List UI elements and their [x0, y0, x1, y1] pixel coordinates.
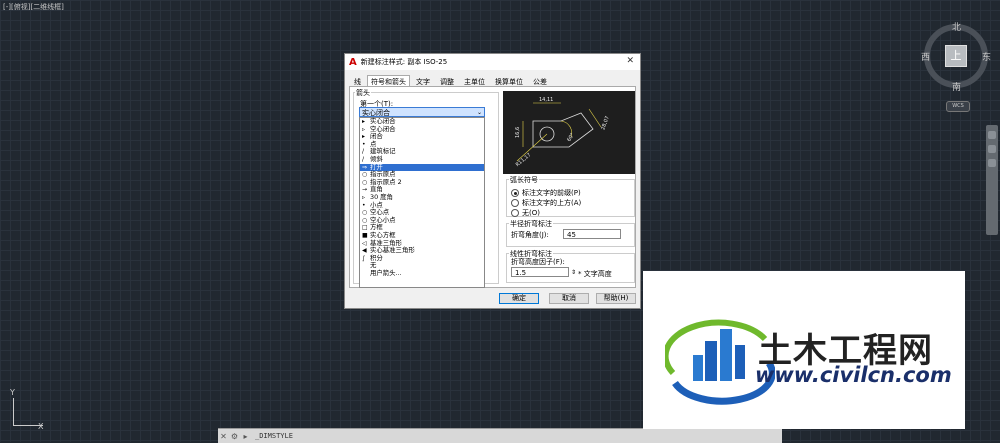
compass-south[interactable]: 南 — [952, 80, 961, 93]
arrowhead-icon: / — [362, 148, 365, 156]
civilcn-logo: 土木工程网 www.civilcn.com — [643, 271, 965, 429]
jog-height-label: 折弯高度因子(F): — [511, 258, 565, 266]
radius-jog-group-title: 半径折弯标注 — [509, 219, 553, 229]
arrowhead-icon: ∫ — [362, 254, 366, 262]
arrowheads-group-title: 箭头 — [355, 88, 371, 98]
ok-button[interactable]: 确定 — [499, 293, 539, 304]
arrowhead-icon: ■ — [362, 231, 368, 239]
arrowhead-icon: ⇒ — [362, 163, 368, 171]
dimension-style-dialog: A 新建标注样式: 副本 ISO-25 ✕ 线 符号和箭头 文字 调整 主单位 … — [344, 53, 641, 309]
help-button[interactable]: 帮助(H) — [596, 293, 636, 304]
radio-icon[interactable] — [511, 189, 519, 197]
jog-height-input[interactable]: 1.5 — [511, 267, 569, 277]
arrowhead-icon: • — [362, 140, 366, 148]
dropdown-item[interactable]: 用户箭头... — [360, 268, 484, 278]
logo-url: www.civilcn.com — [755, 363, 952, 387]
preview-dim-left: 16,6 — [515, 127, 521, 138]
arrowhead-dropdown-list[interactable]: ▸ 实心闭合 ▹ 空心闭合 ▸ 闭合 • 点 / 建筑标记 / 倾斜 ⇒ 打开 ○ 指示原点 ○ 指示原点 2 → 直… — [359, 117, 485, 288]
first-arrow-select[interactable]: 实心闭合 ⌄ — [359, 107, 485, 117]
preview-pane: 14,11 16,6 28,07 R11,17 60° — [503, 91, 635, 174]
jog-height-unit: * 文字高度 — [578, 270, 612, 278]
jog-angle-label: 折弯角度(J): — [511, 231, 549, 239]
viewcube-top-face[interactable]: 上 — [945, 45, 967, 67]
wrench-icon[interactable]: ⚙ — [229, 432, 240, 441]
arrowhead-icon: ◀ — [362, 247, 367, 255]
arrowhead-icon: ○ — [362, 209, 368, 217]
arrowhead-icon: ▸ — [362, 118, 366, 125]
navigation-bar[interactable] — [986, 125, 998, 235]
command-prompt-icon: ▸ — [243, 431, 248, 441]
arrowhead-icon: • — [362, 201, 366, 209]
dialog-titlebar[interactable]: A 新建标注样式: 副本 ISO-25 ✕ — [345, 54, 640, 70]
arrowhead-icon: ▹ — [362, 193, 366, 201]
command-text[interactable]: _DIMSTYLE — [255, 432, 293, 440]
spinner-icon[interactable]: ⇕ — [571, 269, 576, 276]
arc-option-above[interactable]: 标注文字的上方(A) — [511, 198, 581, 208]
arrowhead-icon: ○ — [362, 216, 368, 224]
ucs-x-label: X — [38, 422, 44, 431]
arrowhead-icon: ○ — [362, 178, 368, 186]
ucs-y-label: Y — [10, 388, 15, 397]
arc-option-none[interactable]: 无(O) — [511, 208, 540, 218]
arrowhead-icon: ▹ — [362, 125, 366, 133]
radio-icon[interactable] — [511, 199, 519, 207]
compass-east[interactable]: 东 — [982, 50, 991, 63]
arrowhead-icon: / — [362, 155, 365, 163]
dropdown-item[interactable]: ∫ 积分 — [360, 254, 484, 263]
preview-dim-bottom: R11,17 — [515, 152, 532, 168]
radio-icon[interactable] — [511, 209, 519, 217]
close-icon[interactable]: ✕ — [626, 56, 634, 66]
preview-dim-top: 14,11 — [539, 97, 553, 103]
arrowhead-icon: ◁ — [362, 239, 367, 247]
wcs-button[interactable]: WCS — [946, 101, 970, 112]
command-line[interactable]: ✕ ⚙ ▸ _DIMSTYLE — [218, 428, 782, 443]
orbit-icon[interactable] — [988, 159, 996, 167]
dropdown-item[interactable]: ▸ 闭合 — [360, 132, 484, 141]
arrowhead-icon: → — [362, 186, 368, 194]
pan-icon[interactable] — [988, 131, 996, 139]
dimension-preview: 14,11 16,6 28,07 R11,17 60° — [515, 97, 611, 168]
close-icon[interactable]: ✕ — [218, 432, 229, 441]
preview-dim-angle: 60° — [566, 132, 576, 143]
viewport-label[interactable]: [-][俯视][二维线框] — [3, 2, 64, 12]
ucs-y-axis — [13, 398, 14, 425]
first-arrow-value: 实心闭合 — [362, 109, 390, 117]
dialog-title: 新建标注样式: 副本 ISO-25 — [360, 58, 448, 66]
autocad-logo-icon: A — [349, 56, 357, 68]
dropdown-item-label: 用户箭头... — [370, 268, 402, 277]
arrowhead-icon: □ — [362, 224, 368, 232]
zoom-icon[interactable] — [988, 145, 996, 153]
compass-north[interactable]: 北 — [952, 20, 961, 33]
preview-dim-right: 28,07 — [600, 115, 611, 131]
compass-west[interactable]: 西 — [921, 50, 930, 63]
arc-option-prefix[interactable]: 标注文字的前缀(P) — [511, 188, 581, 198]
arrowhead-icon: ○ — [362, 171, 368, 179]
arc-length-group-title: 弧长符号 — [509, 175, 539, 185]
cancel-button[interactable]: 取消 — [549, 293, 589, 304]
arrowhead-icon: ▸ — [362, 133, 366, 141]
jog-angle-input[interactable]: 45 — [563, 229, 621, 239]
